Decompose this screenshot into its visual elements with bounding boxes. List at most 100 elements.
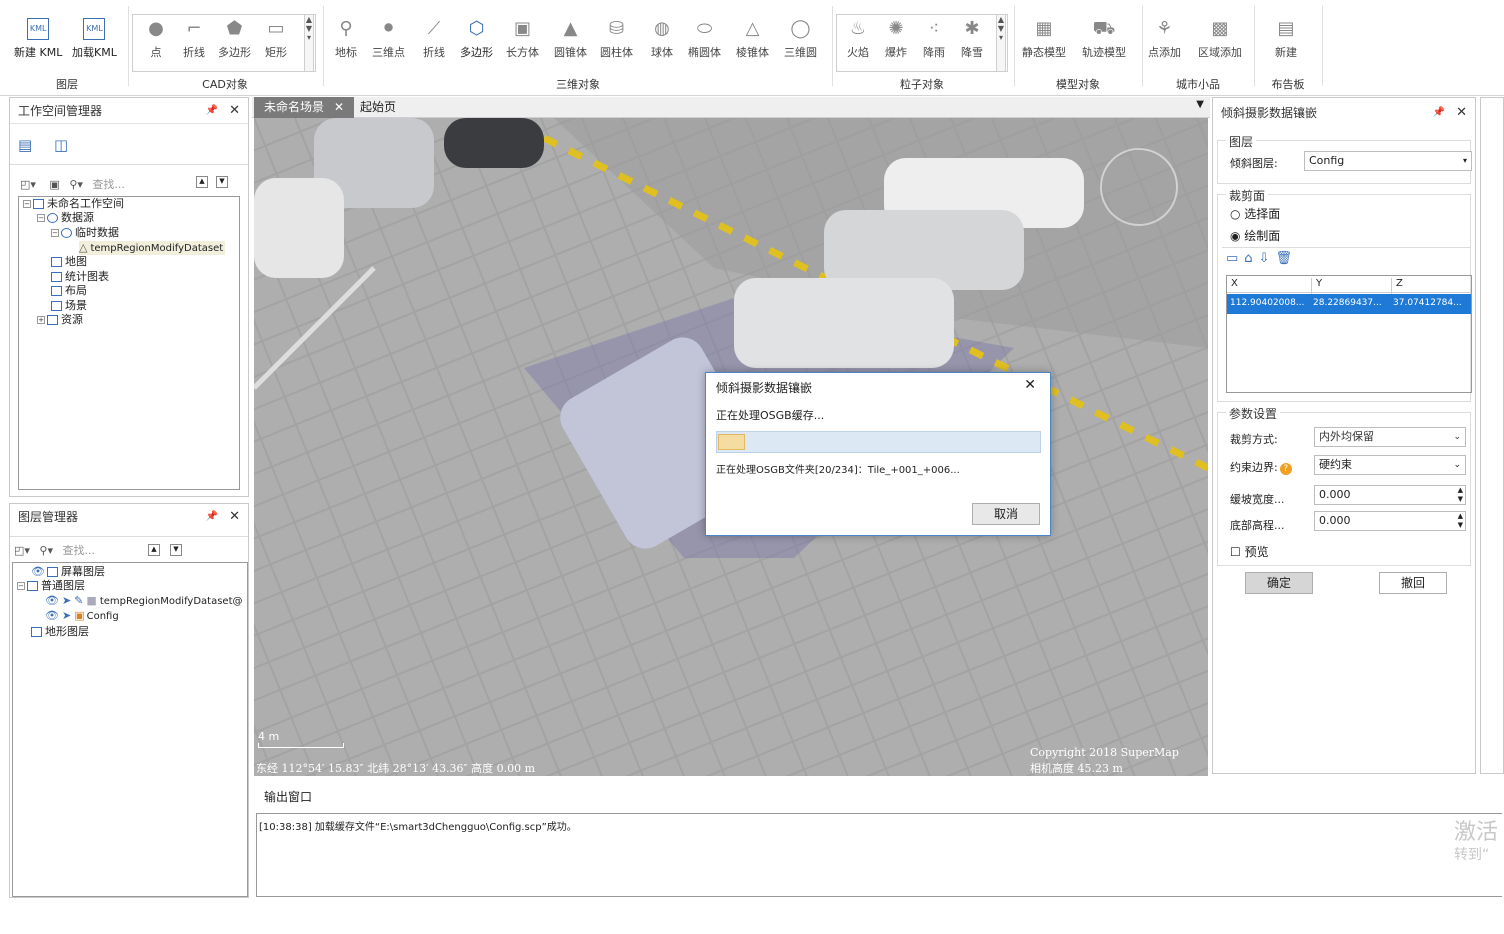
cancel-button[interactable]: 取消 (972, 503, 1040, 525)
polygon-icon[interactable]: ⌂ (1244, 251, 1258, 266)
collapse-down-icon[interactable]: ▼ (170, 544, 182, 556)
slope-width-input[interactable]: 0.000 ▲ ▼ (1314, 485, 1466, 505)
pin-icon[interactable]: 📌 (1433, 98, 1445, 128)
clip-mode-select[interactable]: 内外均保留 ⌄ (1314, 427, 1466, 447)
divider (1014, 6, 1015, 86)
obj-ellipsoid-button[interactable]: ⬭ 椭圆体 (688, 18, 721, 60)
pin-icon[interactable]: 📌 (206, 504, 218, 530)
obj-polygon-button[interactable]: ⬡ 多边形 (460, 18, 493, 60)
layer-select[interactable]: Config ▾ (1304, 151, 1472, 171)
bottom-height-input[interactable]: 0.000 ▲ ▼ (1314, 511, 1466, 531)
particle-explosion-button[interactable]: ✺ 爆炸 (884, 18, 908, 60)
import-icon[interactable]: ⇩ (1259, 251, 1276, 266)
billboard-new-button[interactable]: ▤ 新建 (1274, 18, 1298, 60)
collapse-down-icon[interactable]: ▼ (216, 176, 228, 188)
tree-node-dataset[interactable]: △ tempRegionModifyDataset (79, 241, 226, 255)
search-icon[interactable]: ⚲▾ (69, 178, 83, 191)
new-kml-button[interactable]: KML 新建 KML (14, 18, 62, 60)
pin-icon[interactable]: 📌 (206, 98, 218, 124)
tab-scene[interactable]: 未命名场景 ✕ (254, 97, 355, 118)
collapsed-side-panel[interactable] (1480, 97, 1504, 774)
open-icon[interactable]: ◰▾ (20, 178, 36, 191)
search-input[interactable]: 查找... (92, 178, 125, 191)
cad-rectangle-button[interactable]: ▭ 矩形 (264, 18, 288, 60)
radio-select-face[interactable]: ○ 选择面 (1230, 205, 1280, 222)
ribbon-group-city: ⚘ 点添加 ▩ 区域添加 城市小品 (1144, 8, 1252, 94)
cad-polygon-button[interactable]: ⬟ 多边形 (218, 18, 251, 60)
obj-polyline-button[interactable]: ⟋ 折线 (422, 18, 446, 60)
tree-node-normal-layer[interactable]: − 普通图层 (17, 579, 85, 593)
revoke-button[interactable]: 撤回 (1379, 572, 1447, 594)
search-input[interactable]: 查找... (63, 544, 96, 557)
divider (1322, 6, 1323, 86)
tree-node-resource[interactable]: + 资源 (37, 313, 83, 327)
load-kml-button[interactable]: KML 加载KML (72, 18, 117, 60)
obj-cuboid-button[interactable]: ▣ 长方体 (506, 18, 539, 60)
tree-node-terrain-layer[interactable]: 地形图层 (31, 625, 89, 639)
add-layer-icon[interactable]: ◰▾ (14, 544, 30, 557)
ellipsoid-icon: ⬭ (696, 18, 713, 39)
tree-node-workspace[interactable]: − 未命名工作空间 (23, 197, 124, 211)
cad-gallery-scroll[interactable]: ▲ ▼ ▾ (304, 14, 314, 72)
close-icon[interactable]: ✕ (1024, 377, 1036, 393)
obj-3dpoint-button[interactable]: ⚫ 三维点 (372, 18, 405, 60)
obj-circle-button[interactable]: ◯ 三维圆 (784, 18, 817, 60)
tab-start-page[interactable]: 起始页 (350, 97, 406, 118)
cad-polyline-button[interactable]: ⌐ 折线 (182, 18, 206, 60)
obj-cone-button[interactable]: ▲ 圆锥体 (554, 18, 587, 60)
resource-tab-icon[interactable]: ◫ (54, 136, 68, 154)
particle-rain-button[interactable]: ⁖ 降雨 (922, 18, 946, 60)
radio-draw-face[interactable]: ◉ 绘制面 (1230, 227, 1280, 244)
delete-icon[interactable]: 🗑 (1275, 251, 1298, 266)
table-header: X Y Z (1227, 276, 1471, 295)
divider (10, 536, 248, 537)
search-icon[interactable]: ⚲▾ (39, 544, 53, 557)
close-icon[interactable]: ✕ (229, 98, 240, 124)
tree-node-tempdata[interactable]: − 临时数据 (51, 226, 119, 240)
tree-node-datasource[interactable]: − 数据源 (37, 211, 94, 225)
progress-detail: 正在处理OSGB文件夹[20/234]：Tile_+001_+006... (716, 465, 960, 476)
region-add-button[interactable]: ▩ 区域添加 (1198, 18, 1242, 60)
tab-dropdown-icon[interactable]: ▼ (1196, 99, 1204, 110)
rectangle-icon[interactable]: ▭ (1226, 251, 1244, 266)
select-icon: ➤ (61, 594, 72, 607)
point-add-button[interactable]: ⚘ 点添加 (1148, 18, 1181, 60)
collapse-up-icon[interactable]: ▲ (196, 176, 208, 188)
tree-node-map[interactable]: 地图 (51, 255, 87, 269)
close-icon[interactable]: ✕ (1456, 98, 1467, 128)
polygon-icon: ⬟ (226, 18, 243, 39)
static-model-button[interactable]: ▦ 静态模型 (1022, 18, 1066, 60)
tree-node-scene[interactable]: 场景 (51, 299, 87, 313)
cad-point-button[interactable]: ● 点 (144, 18, 168, 60)
divider (323, 6, 324, 86)
panel-header: 工作空间管理器 📌 ✕ (10, 98, 248, 124)
preview-checkbox[interactable]: ☐ 预览 (1230, 543, 1269, 560)
constraint-select[interactable]: 硬约束 ⌄ (1314, 455, 1466, 475)
close-icon[interactable]: ✕ (229, 504, 240, 530)
tree-node-config-layer[interactable]: 👁 ➤ ▣ Config (45, 609, 119, 623)
particle-snow-button[interactable]: ✱ 降雪 (960, 18, 984, 60)
collapse-up-icon[interactable]: ▲ (148, 544, 160, 556)
divider (1142, 6, 1143, 86)
table-row[interactable]: 112.90402008... 28.22869437... 37.074127… (1227, 294, 1471, 314)
ribbon: KML 新建 KML KML 加载KML 图层 ● 点 ⌐ 折线 ⬟ 多边形 ▭ 矩形 … (0, 0, 1504, 96)
obj-landmark-button[interactable]: ⚲ 地标 (334, 18, 358, 60)
track-model-button[interactable]: ⛟ 轨迹模型 (1082, 18, 1126, 60)
workspace-tab-icon[interactable]: ▤ (18, 136, 32, 154)
obj-sphere-button[interactable]: ◍ 球体 (650, 18, 674, 60)
ok-button[interactable]: 确定 (1245, 572, 1313, 594)
compass-icon[interactable] (1100, 148, 1178, 226)
ribbon-group-label: CAD对象 (202, 78, 248, 91)
tree-node-chart[interactable]: 统计图表 (51, 270, 109, 284)
tree-node-dataset-layer[interactable]: 👁 ➤ ✎ ■ tempRegionModifyDataset@ (45, 594, 243, 608)
tree-node-screen-layer[interactable]: 👁 屏幕图层 (31, 565, 105, 579)
obj-cylinder-button[interactable]: ⛁ 圆柱体 (600, 18, 633, 60)
save-icon[interactable]: ▣ (49, 178, 59, 191)
watermark-text: 激活 (1454, 820, 1499, 845)
tree-node-layout[interactable]: 布局 (51, 284, 87, 298)
particle-gallery-scroll[interactable]: ▲ ▼ ▾ (996, 14, 1006, 72)
particle-fire-button[interactable]: ♨ 火焰 (846, 18, 870, 60)
obj-pyramid-button[interactable]: △ 棱锥体 (736, 18, 769, 60)
panel-header: 图层管理器 📌 ✕ (10, 504, 248, 530)
output-log[interactable]: [10:38:38] 加载缓存文件“E:\smart3dChengguo\Con… (256, 813, 1502, 897)
